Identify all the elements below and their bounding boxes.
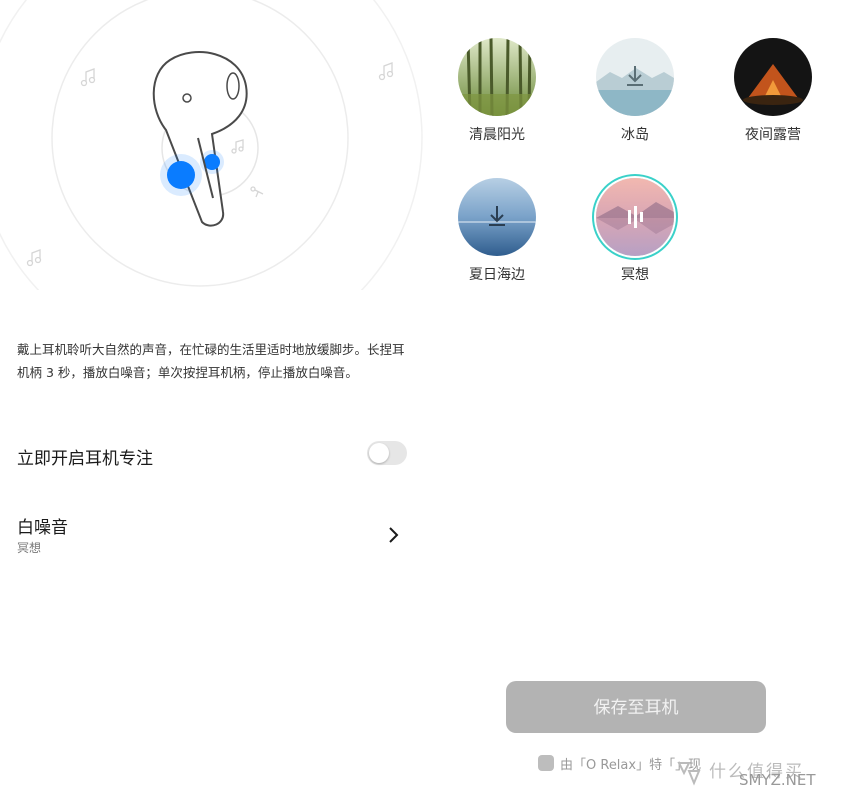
sound-item-meditation[interactable]: 冥想 [585,178,685,298]
watermark-logo-icon [677,762,701,786]
watermark-en: SMYZ.NET [739,771,816,789]
forest-image [458,38,536,116]
orelax-logo-icon [538,755,554,771]
sound-item-morning[interactable]: 清晨阳光 [447,38,547,158]
iceland-image [596,38,674,116]
sound-grid: 清晨阳光 冰岛 夜间露营 夏日海边 冥想 [430,0,845,300]
sound-item-camping[interactable]: 夜间露营 [723,38,823,158]
toggle-knob [369,443,389,463]
sound-item-beach[interactable]: 夏日海边 [447,178,547,298]
beach-image [458,178,536,256]
focus-toggle[interactable] [367,441,407,465]
feature-description: 戴上耳机聆听大自然的声音，在忙碌的生活里适时地放缓脚步。长捏耳机柄 3 秒，播放… [17,342,405,380]
sound-label: 冥想 [621,267,649,283]
sound-label: 冰岛 [621,127,649,143]
sound-item-iceland[interactable]: 冰岛 [585,38,685,158]
sound-label: 清晨阳光 [469,127,525,143]
sound-label: 夜间露营 [745,127,801,143]
tent-image [734,38,812,116]
white-noise-row[interactable]: 白噪音 冥想 [0,503,430,567]
save-to-earbuds-button[interactable]: 保存至耳机 [506,681,766,733]
sound-picker: 清晨阳光 冰岛 夜间露营 夏日海边 冥想 保存至耳机 由「O Relax」特「」… [430,0,845,798]
earbud-illustration [0,0,430,290]
earbud-focus-settings: 戴上耳机聆听大自然的声音，在忙碌的生活里适时地放缓脚步。长捏耳机柄 3 秒，播放… [0,0,430,798]
sound-label: 夏日海边 [469,267,525,283]
watermark: 什么值得买 SMYZ.NET [675,757,845,793]
white-noise-value: 冥想 [17,541,42,555]
chevron-right-icon [389,527,399,543]
focus-setting-row: 立即开启耳机专注 [0,430,430,480]
meditation-image [596,178,674,256]
white-noise-title: 白噪音 [17,518,68,538]
focus-label: 立即开启耳机专注 [17,449,153,469]
